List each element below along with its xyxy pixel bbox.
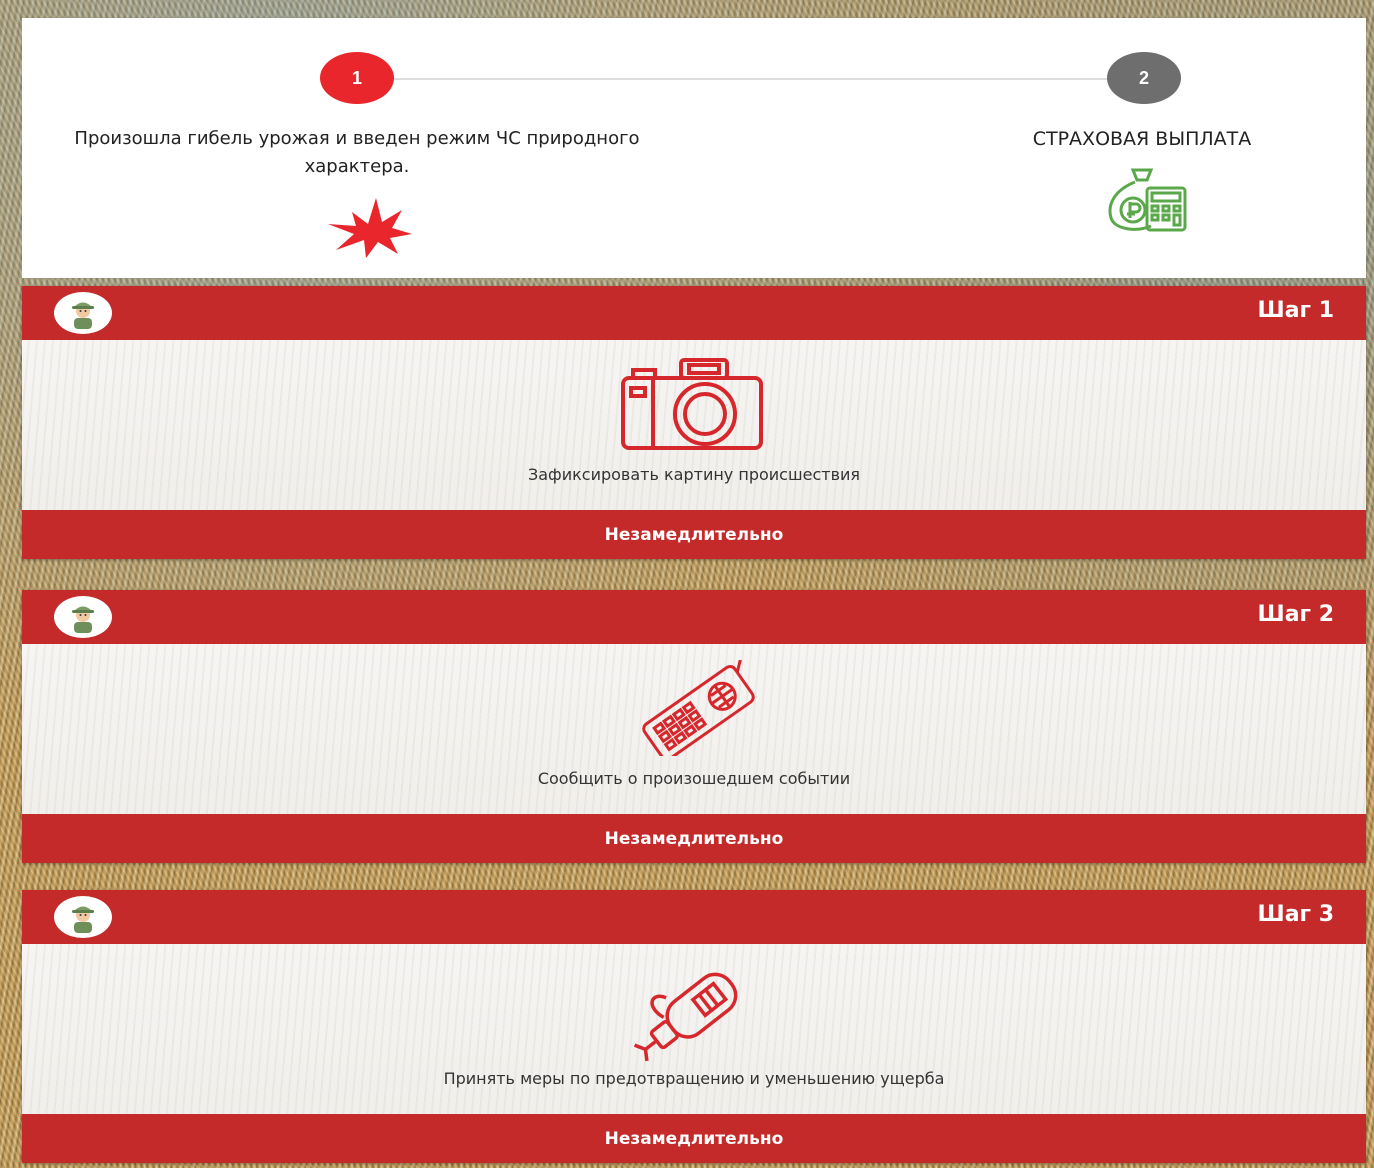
step-description: Зафиксировать картину происшествия: [527, 465, 861, 484]
step-card-2: Шаг 2 Сообщить о произошедшем событии Не…: [22, 590, 1366, 863]
step-title: Шаг 3: [1257, 902, 1334, 927]
progress-line: [380, 78, 1166, 80]
step-description: Принять меры по предотвращению и уменьше…: [443, 1069, 945, 1088]
money-bag-calculator-icon: [1097, 164, 1193, 238]
step-header: Шаг 2: [22, 590, 1366, 644]
farmer-avatar-icon: [54, 292, 112, 334]
step-urgency-label: Незамедлительно: [22, 510, 1366, 559]
radio-phone-icon: [619, 651, 769, 761]
step-header: Шаг 1: [22, 286, 1366, 340]
stage-1-circle[interactable]: 1: [320, 52, 394, 104]
step-card-3: Шаг 3 Принять меры по предотвращению и у…: [22, 890, 1366, 1163]
farmer-avatar-icon: [54, 596, 112, 638]
fire-extinguisher-icon: [624, 958, 764, 1066]
stage-2-circle[interactable]: 2: [1107, 52, 1181, 104]
step-header: Шаг 3: [22, 890, 1366, 944]
step-description: Сообщить о произошедшем событии: [537, 769, 851, 788]
step-title: Шаг 1: [1257, 298, 1334, 323]
step-body: Зафиксировать картину происшествия: [22, 340, 1366, 510]
step-body: Принять меры по предотвращению и уменьше…: [22, 944, 1366, 1114]
stage-1-text: Произошла гибель урожая и введен режим Ч…: [74, 128, 640, 177]
step-urgency-label: Незамедлительно: [22, 1114, 1366, 1163]
step-card-1: Шаг 1 Зафиксировать картину происшествия…: [22, 286, 1366, 559]
step-urgency-label: Незамедлительно: [22, 814, 1366, 863]
progress-panel: 1 Произошла гибель урожая и введен режим…: [22, 18, 1366, 278]
step-body: Сообщить о произошедшем событии: [22, 644, 1366, 814]
farmer-avatar-icon: [54, 896, 112, 938]
stage-2-text: СТРАХОВАЯ ВЫПЛАТА: [1032, 128, 1252, 150]
explosion-icon: [306, 194, 438, 264]
camera-icon: [619, 356, 769, 458]
step-title: Шаг 2: [1257, 602, 1334, 627]
